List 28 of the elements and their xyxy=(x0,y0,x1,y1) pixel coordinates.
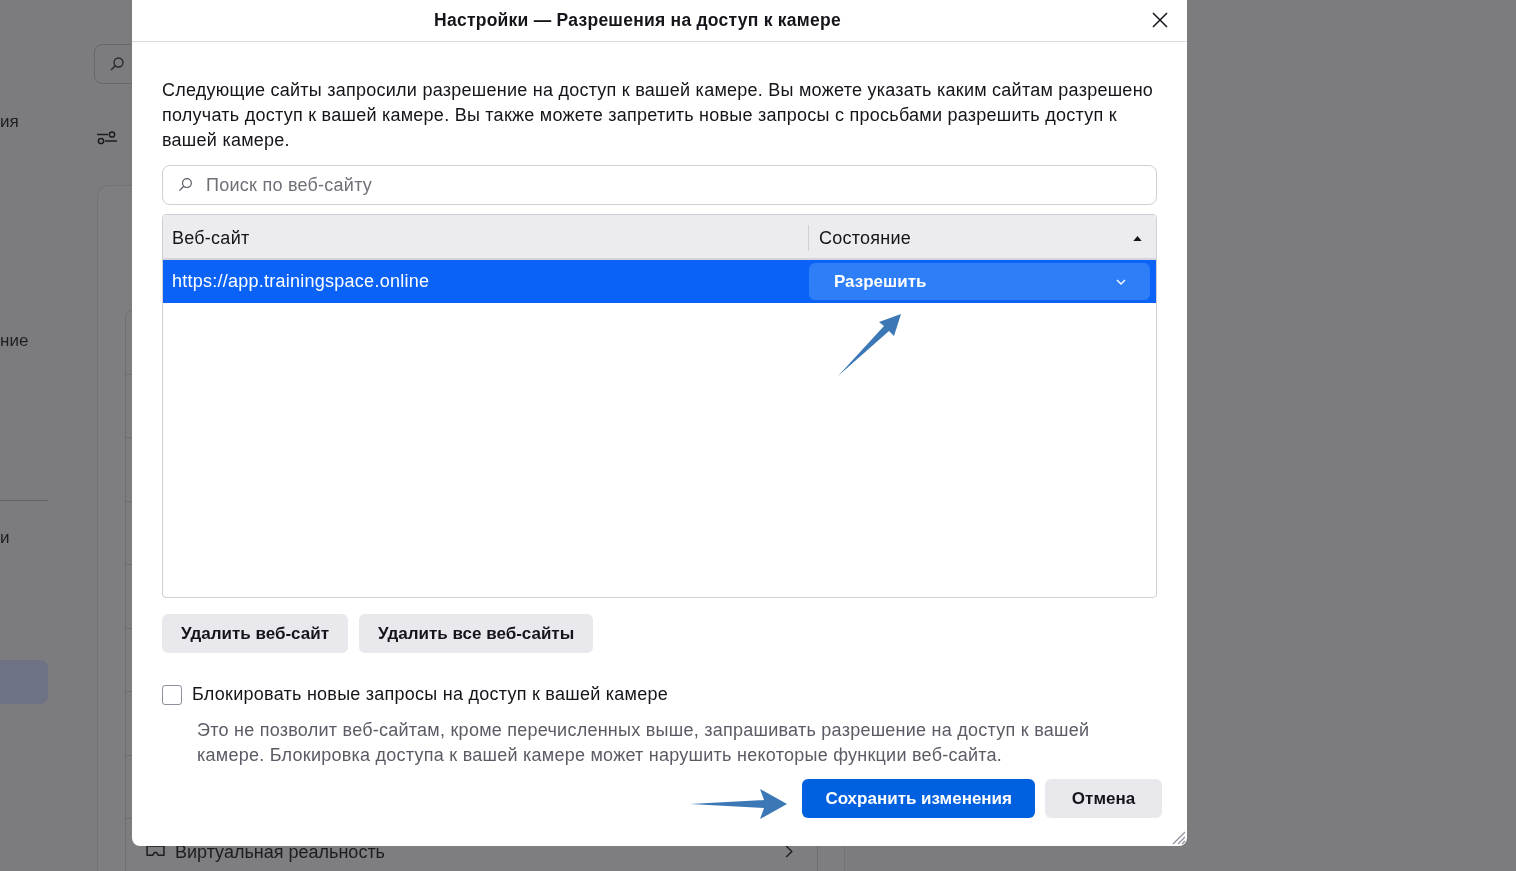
chevron-right-icon xyxy=(785,845,793,858)
search-field[interactable]: Поиск по веб-сайту xyxy=(162,165,1157,205)
chevron-down-icon xyxy=(1116,278,1126,285)
table-row[interactable]: https://app.trainingspace.online Разрешить xyxy=(163,260,1156,303)
sidebar-item[interactable]: ние xyxy=(0,319,48,363)
status-dropdown[interactable]: Разрешить xyxy=(809,263,1150,300)
sidebar-item[interactable]: и xyxy=(0,516,48,560)
search-icon xyxy=(178,177,193,192)
remove-button[interactable]: Удалить веб-сайт xyxy=(162,614,348,653)
column-header[interactable]: Веб-сайт xyxy=(163,215,808,258)
website-cell: https://app.trainingspace.online xyxy=(172,271,430,291)
sidebar-item[interactable]: ия xyxy=(0,100,48,144)
search-icon xyxy=(109,56,125,72)
filter-icon xyxy=(97,131,117,145)
column-header[interactable]: Состояние xyxy=(809,215,1156,258)
close-icon xyxy=(1152,11,1168,28)
headset-icon xyxy=(145,844,166,859)
hint-text: Это не позволит веб-сайтам, кроме перечисленных выше, запрашивать разрешение на доступ к вашей камере. Блокировка доступа к вашей камере может нарушить некоторые функции веб-сайта. xyxy=(197,719,1091,767)
checkbox-label[interactable]: Блокировать новые запросы на доступ к вашей камере xyxy=(192,684,668,705)
save-button[interactable]: Сохранить изменения xyxy=(802,779,1035,818)
setting-label: Виртуальная реальность xyxy=(175,842,385,862)
resize-grip-icon[interactable] xyxy=(1170,829,1186,845)
cancel-button[interactable]: Отмена xyxy=(1045,779,1162,818)
checkbox[interactable] xyxy=(162,684,182,705)
remove-button[interactable]: Удалить все веб-сайты xyxy=(359,614,594,653)
description-text: Следующие сайты запросили разрешение на доступ к вашей камере. Вы можете указать каким сайтам разрешено получать доступ к вашей камере. Вы также можете запретить новые запросы с просьбами разрешить доступ к вашей камере. xyxy=(162,79,1155,152)
arrow-icon xyxy=(837,313,903,377)
dialog-title: Настройки — Разрешения на доступ к камере xyxy=(433,10,842,31)
